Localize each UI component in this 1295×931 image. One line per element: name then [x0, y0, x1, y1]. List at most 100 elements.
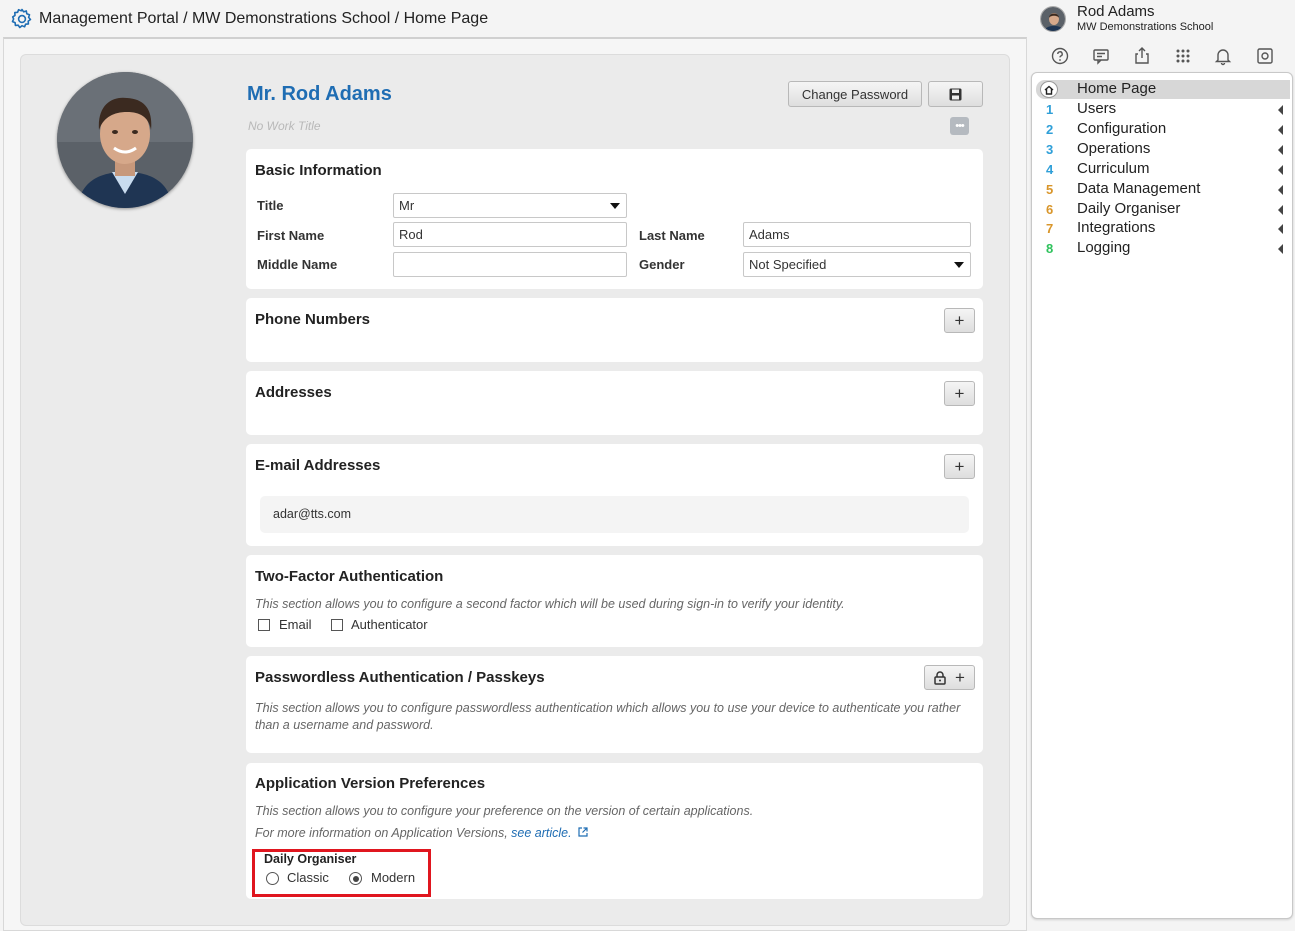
user-avatar[interactable] — [1040, 6, 1066, 32]
last-name-field[interactable]: Adams — [743, 222, 971, 247]
nav-item-label: Logging — [1077, 239, 1131, 257]
sidebar-item-integrations[interactable]: 7 Integrations — [1036, 219, 1290, 238]
change-password-button[interactable]: Change Password — [788, 81, 922, 107]
email-addresses-card: E-mail Addresses + adar@tts.com — [246, 444, 983, 546]
bell-icon[interactable] — [1213, 46, 1233, 66]
nav-home-label: Home Page — [1077, 80, 1157, 97]
nav-item-label: Integrations — [1077, 219, 1156, 237]
passkeys-description: This section allows you to configure pas… — [255, 701, 961, 732]
card-title: E-mail Addresses — [255, 457, 381, 474]
chevron-down-icon — [610, 203, 620, 209]
last-name-value: Adams — [749, 227, 790, 242]
more-info-text: For more information on Application Vers… — [255, 826, 508, 840]
chevron-left-icon[interactable] — [1278, 144, 1283, 155]
add-address-button[interactable]: + — [944, 381, 975, 406]
first-name-value: Rod — [399, 227, 423, 242]
gear-icon[interactable] — [10, 7, 34, 31]
profile-name: Mr. Rod Adams — [247, 83, 392, 105]
nav-item-number: 2 — [1046, 121, 1054, 137]
apps-grid-icon[interactable] — [1173, 46, 1193, 66]
user-name: Rod Adams — [1077, 3, 1155, 20]
chevron-left-icon[interactable] — [1278, 105, 1283, 115]
app-version-more-info: For more information on Application Vers… — [255, 825, 588, 842]
sidebar-item-configuration[interactable]: 2 Configuration — [1036, 120, 1290, 139]
card-title: Two-Factor Authentication — [255, 568, 444, 585]
authenticator-option-label: Authenticator — [351, 617, 428, 632]
sidebar-item-users[interactable]: 1 Users — [1036, 100, 1290, 119]
title-select-value: Mr — [399, 198, 415, 213]
last-name-label: Last Name — [639, 228, 705, 243]
chevron-left-icon[interactable] — [1278, 124, 1283, 135]
email-checkbox[interactable] — [258, 619, 270, 631]
breadcrumb: Management Portal / MW Demonstrations Sc… — [39, 10, 489, 27]
nav-item-number: 5 — [1046, 181, 1054, 197]
card-title: Phone Numbers — [255, 311, 371, 328]
sidebar-item-logging[interactable]: 8 Logging — [1036, 239, 1290, 258]
phone-numbers-card: Phone Numbers + — [246, 298, 983, 362]
top-bar: Management Portal / MW Demonstrations Sc… — [0, 0, 1030, 38]
title-label: Title — [257, 198, 284, 213]
sidebar-item-curriculum[interactable]: 4 Curriculum — [1036, 160, 1290, 179]
basic-information-card: Basic Information Title Mr First Name Ro… — [246, 149, 983, 289]
user-school: MW Demonstrations School — [1077, 21, 1214, 33]
card-title: Passwordless Authentication / Passkeys — [255, 669, 545, 686]
add-passkey-button[interactable]: + — [924, 665, 975, 690]
add-phone-button[interactable]: + — [944, 308, 975, 333]
chevron-down-icon — [954, 262, 964, 268]
nav-item-label: Operations — [1077, 139, 1151, 157]
sidebar-item-operations[interactable]: 3 Operations — [1036, 140, 1290, 159]
profile-panel: Mr. Rod Adams No Work Title Change Passw… — [20, 54, 1010, 926]
chevron-left-icon[interactable] — [1278, 184, 1283, 195]
nav-item-label: Users — [1077, 100, 1117, 117]
settings-icon[interactable] — [1255, 46, 1275, 66]
chevron-left-icon[interactable] — [1278, 164, 1283, 175]
help-icon[interactable] — [1050, 46, 1070, 66]
email-list-item[interactable]: adar@tts.com — [260, 496, 969, 533]
save-button[interactable] — [928, 81, 983, 107]
nav-item-label: Data Management — [1077, 179, 1201, 197]
two-factor-card: Two-Factor Authentication This section a… — [246, 555, 983, 647]
first-name-label: First Name — [257, 228, 325, 243]
email-option-label: Email — [279, 617, 312, 632]
user-area: Rod Adams MW Demonstrations School — [1030, 0, 1295, 74]
messages-icon[interactable] — [1091, 46, 1111, 66]
card-title: Addresses — [255, 384, 332, 401]
gender-select-value: Not Specified — [749, 257, 827, 272]
chevron-left-icon[interactable] — [1278, 224, 1283, 235]
gender-label: Gender — [639, 257, 685, 272]
middle-name-field[interactable] — [393, 252, 627, 277]
addresses-card: Addresses + — [246, 371, 983, 435]
passkeys-card: Passwordless Authentication / Passkeys +… — [246, 656, 983, 753]
share-icon[interactable] — [1132, 46, 1152, 66]
email-address: adar@tts.com — [273, 507, 351, 521]
nav-item-label: Daily Organiser — [1077, 199, 1181, 217]
sidebar-item-data-management[interactable]: 5 Data Management — [1036, 180, 1290, 199]
work-title-placeholder[interactable]: No Work Title — [248, 119, 321, 133]
side-navigation: Home Page 1 Users 2 Configuration 3 Operation… — [1031, 72, 1293, 919]
nav-item-number: 6 — [1046, 201, 1054, 217]
profile-photo[interactable] — [57, 72, 193, 208]
chevron-left-icon[interactable] — [1278, 204, 1283, 215]
sidebar-item-daily-organiser[interactable]: 6 Daily Organiser — [1036, 200, 1290, 219]
external-link-icon[interactable] — [578, 827, 588, 837]
add-email-button[interactable]: + — [944, 454, 975, 479]
card-title: Application Version Preferences — [255, 775, 486, 792]
nav-item-label: Curriculum — [1077, 159, 1150, 177]
nav-item-number: 4 — [1046, 161, 1054, 177]
nav-item-number: 8 — [1046, 241, 1054, 257]
more-options-button[interactable]: ••• — [950, 117, 969, 135]
chevron-left-icon[interactable] — [1278, 244, 1283, 255]
highlight-box — [252, 849, 431, 897]
see-article-link[interactable]: see article. — [511, 826, 571, 840]
lock-icon — [934, 670, 946, 685]
first-name-field[interactable]: Rod — [393, 222, 627, 247]
nav-item-home[interactable]: Home Page — [1036, 80, 1290, 99]
card-title: Basic Information — [255, 162, 382, 179]
gender-select[interactable]: Not Specified — [743, 252, 971, 277]
app-version-description: This section allows you to configure you… — [255, 804, 754, 818]
authenticator-checkbox[interactable] — [331, 619, 343, 631]
two-factor-description: This section allows you to configure a s… — [255, 597, 845, 611]
save-icon — [949, 88, 962, 100]
nav-item-label: Configuration — [1077, 119, 1167, 137]
title-select[interactable]: Mr — [393, 193, 627, 218]
